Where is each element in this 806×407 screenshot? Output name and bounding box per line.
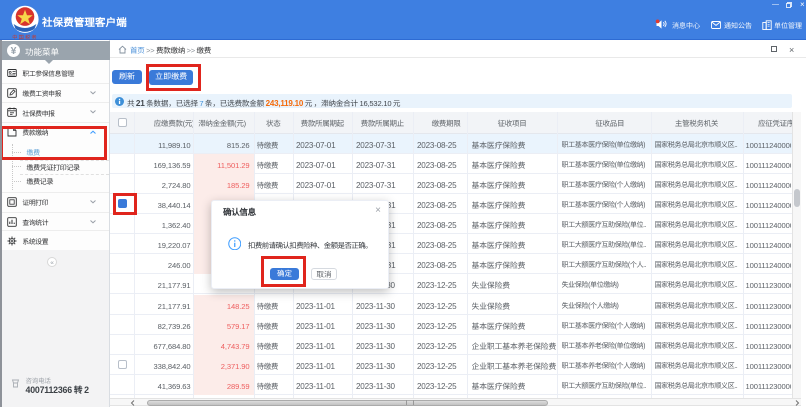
svg-text:«: « <box>50 257 54 266</box>
svg-text:¥: ¥ <box>10 44 16 57</box>
